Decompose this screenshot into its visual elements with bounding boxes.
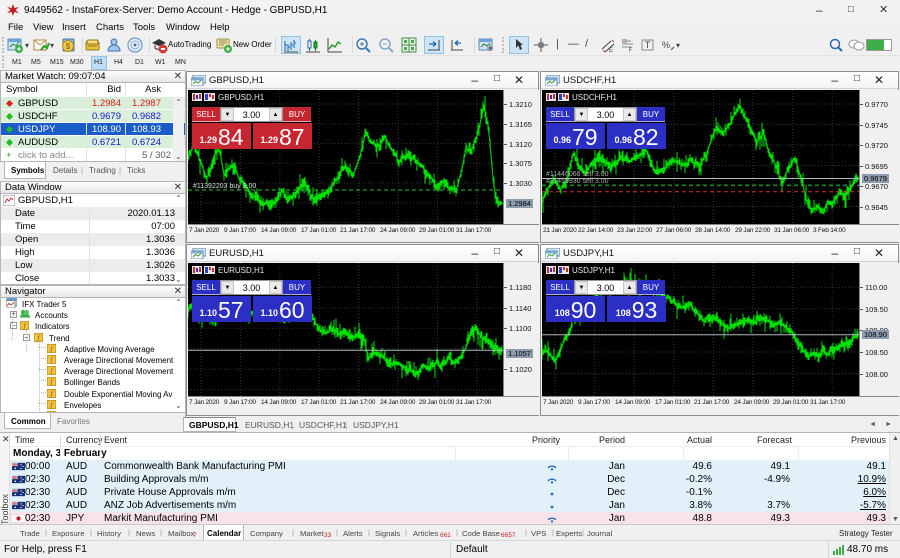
svg-text:$: $ <box>66 42 71 51</box>
svg-text:%: % <box>662 40 670 50</box>
svg-text:T: T <box>645 40 651 50</box>
svg-text:F: F <box>629 48 633 54</box>
svg-text:E: E <box>609 48 613 54</box>
